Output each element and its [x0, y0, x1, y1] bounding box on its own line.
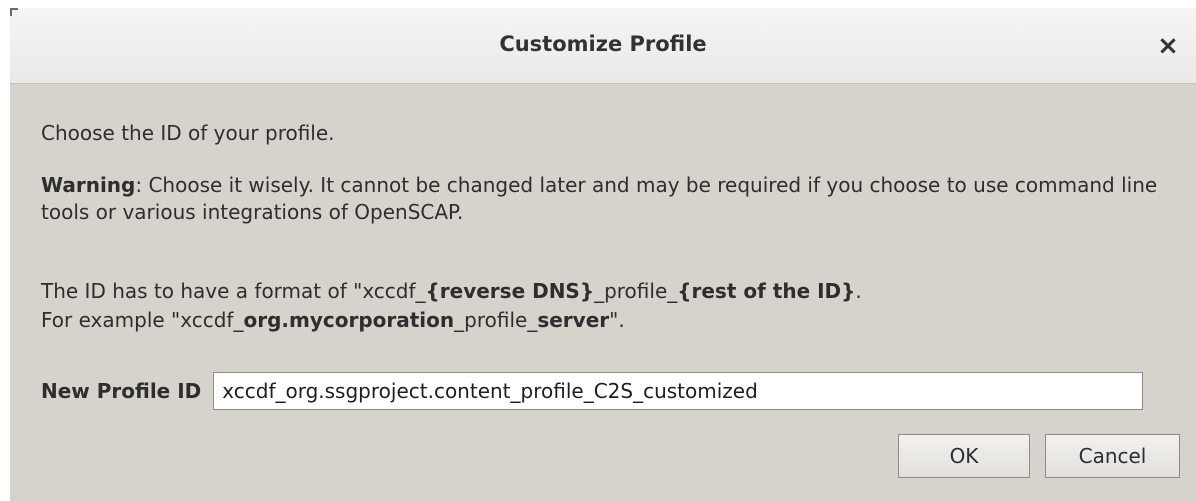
- format-prefix: The ID has to have a format of "xccdf_: [41, 279, 426, 303]
- profile-id-row: New Profile ID: [41, 372, 1144, 410]
- warning-text: Warning: Choose it wisely. It cannot be …: [41, 172, 1181, 226]
- warning-body: : Choose it wisely. It cannot be changed…: [41, 173, 1158, 224]
- format-reverse-dns: {reverse DNS}: [425, 279, 595, 303]
- example-suffix: ".: [609, 308, 625, 332]
- example-middle: _profile_: [454, 308, 538, 332]
- example-prefix: For example "xccdf_: [41, 308, 244, 332]
- format-middle: _profile_: [594, 279, 678, 303]
- intro-text: Choose the ID of your profile.: [41, 121, 335, 145]
- example-domain: org.mycorporation: [243, 308, 455, 332]
- example-server: server: [537, 308, 610, 332]
- close-icon[interactable]: ×: [1148, 26, 1188, 66]
- format-help: The ID has to have a format of "xccdf_{r…: [41, 278, 862, 336]
- format-line: The ID has to have a format of "xccdf_{r…: [41, 278, 862, 307]
- format-rest-of-id: {rest of the ID}: [677, 279, 856, 303]
- dialog-titlebar: Customize Profile ×: [10, 8, 1196, 84]
- warning-label: Warning: [41, 173, 136, 197]
- profile-id-label: New Profile ID: [41, 379, 202, 403]
- customize-profile-dialog: Customize Profile × Choose the ID of you…: [10, 8, 1196, 501]
- cancel-button[interactable]: Cancel: [1045, 434, 1180, 478]
- example-line: For example "xccdf_org.mycorporation_pro…: [41, 307, 862, 336]
- dialog-title: Customize Profile: [499, 32, 707, 56]
- format-suffix: .: [855, 279, 862, 303]
- profile-id-input[interactable]: [213, 372, 1144, 410]
- window-corner-mark: [10, 8, 18, 16]
- ok-button[interactable]: OK: [898, 434, 1030, 478]
